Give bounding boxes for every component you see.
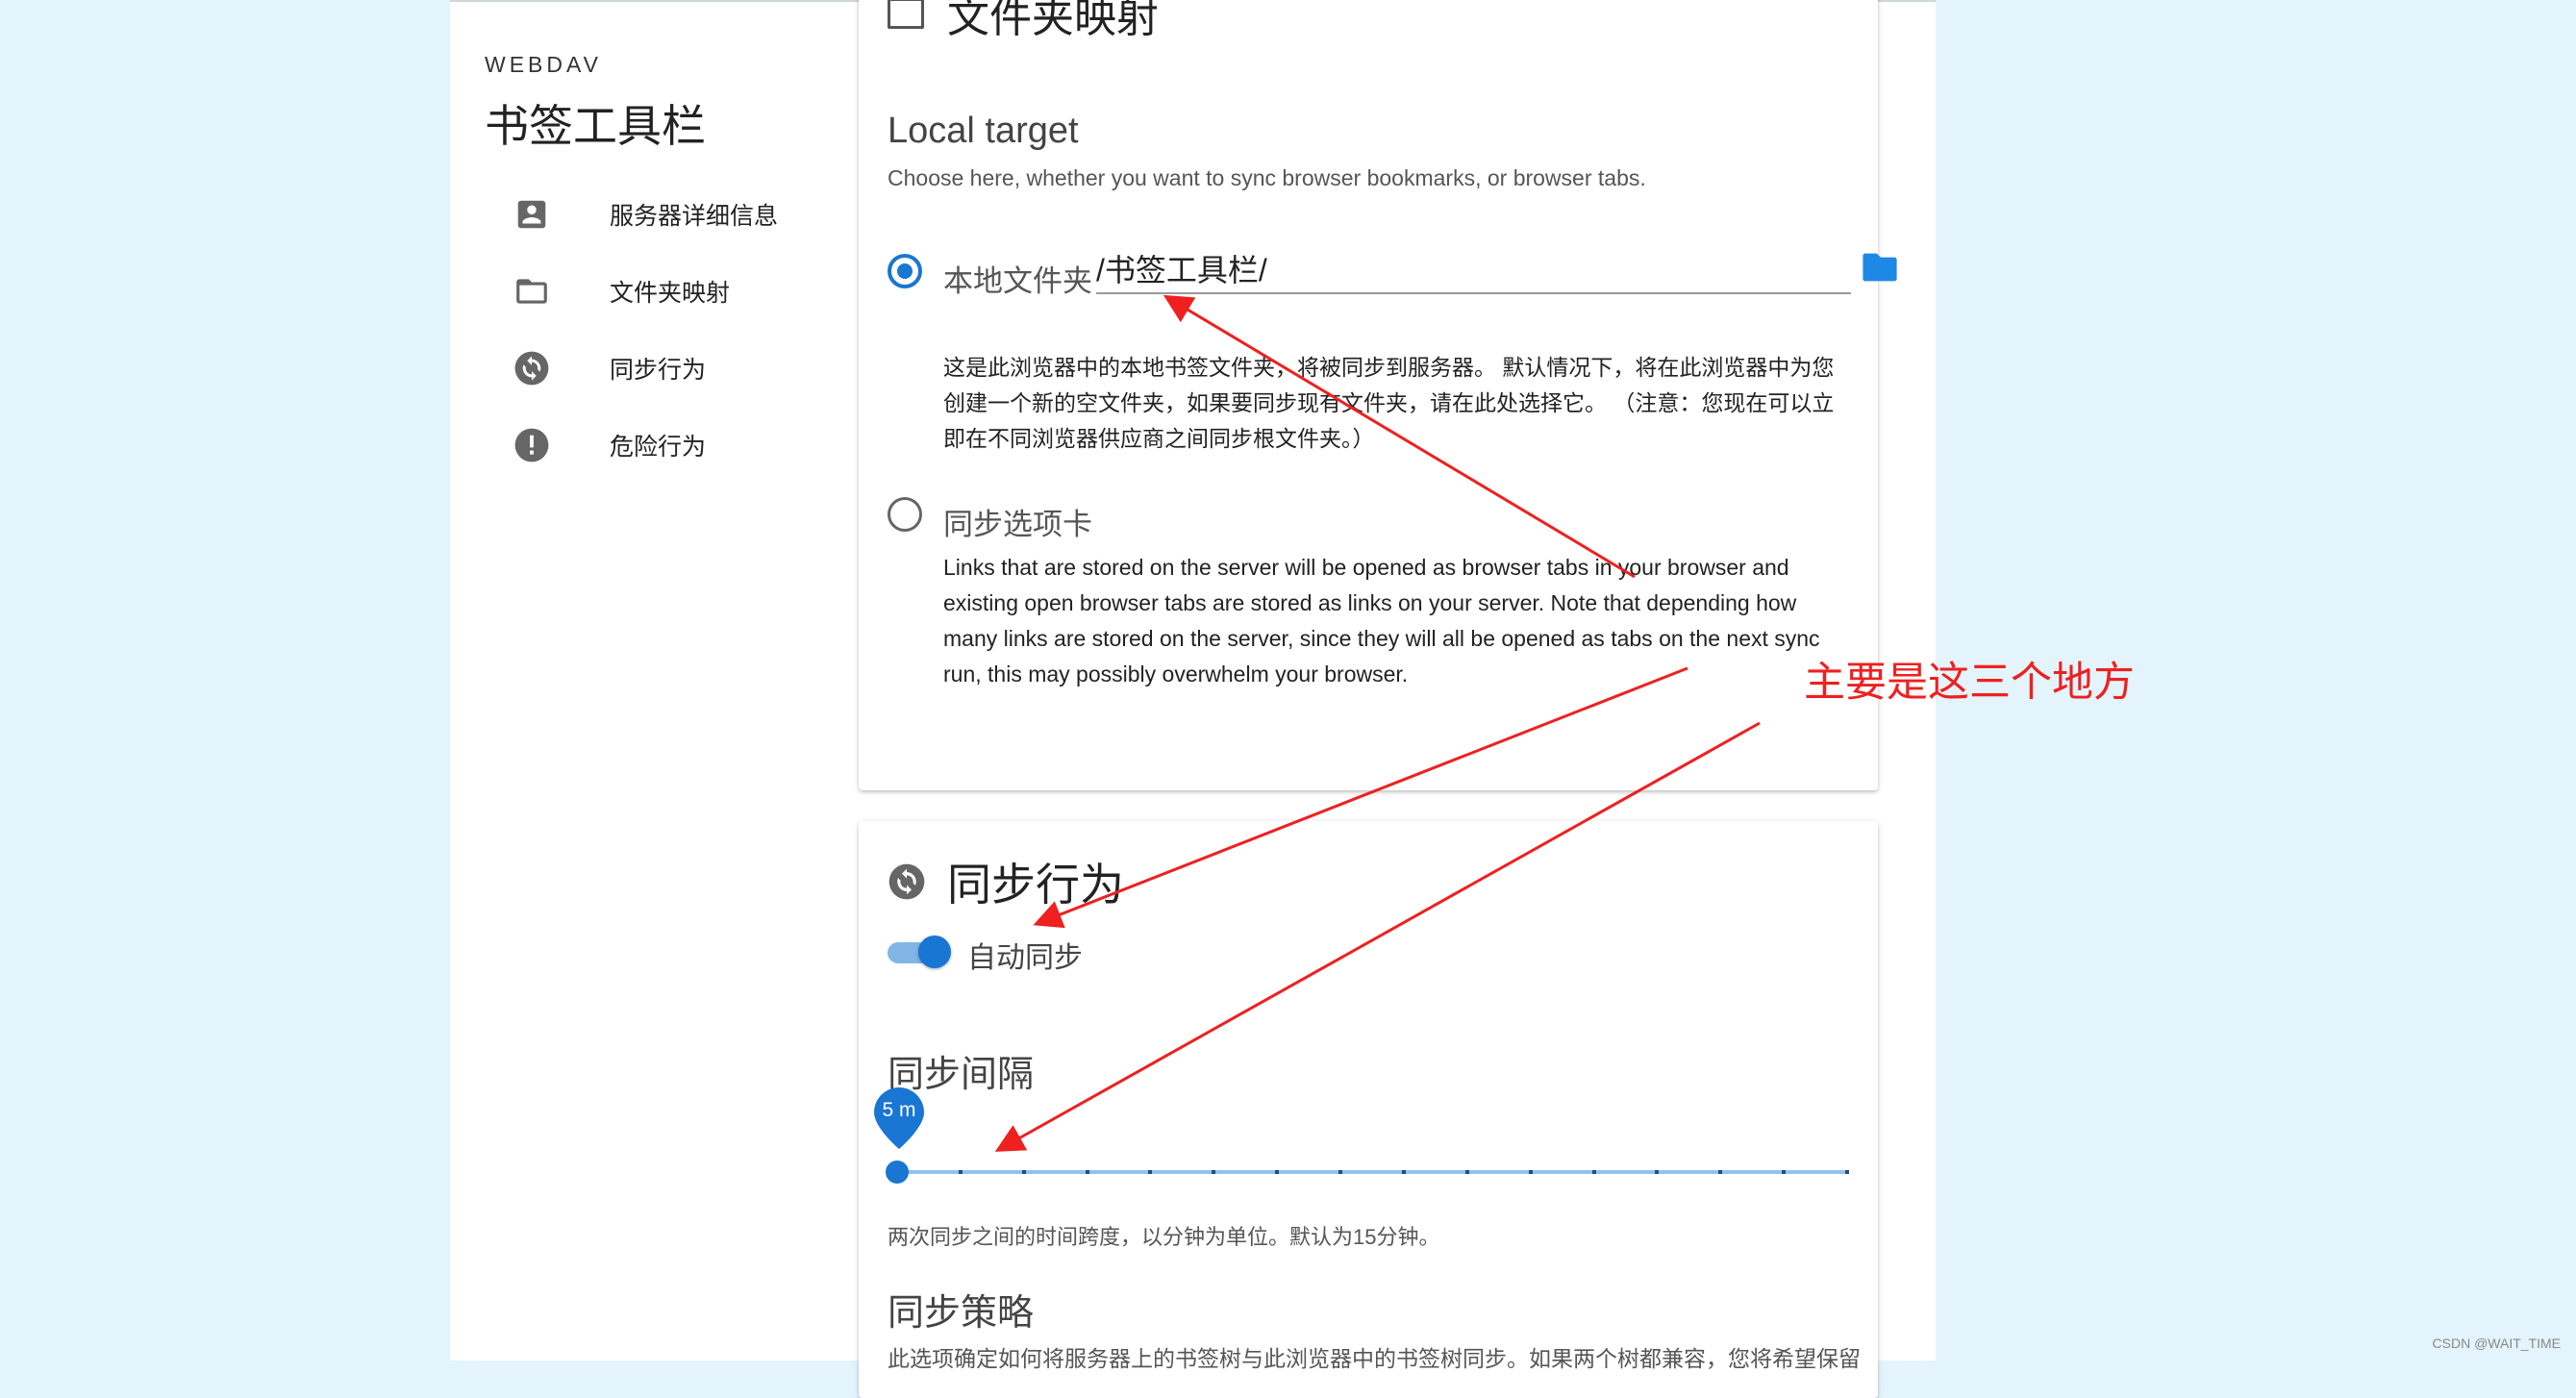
sync-behavior-card: 同步行为 自动同步 同步间隔 5 m 两次同步之间的时间跨度，以分钟为单位。默认… — [859, 821, 1878, 1398]
folder-mapping-card: 文件夹映射 Local target Choose here, whether … — [859, 0, 1897, 790]
auto-sync-toggle[interactable] — [888, 934, 951, 968]
sidebar-item-label: 服务器详细信息 — [610, 203, 779, 230]
account-box-icon — [517, 200, 546, 229]
annotation-label: 主要是这三个地方 — [1804, 660, 2135, 706]
slider-tick — [1845, 1170, 1849, 1174]
sync-interval-help: 两次同步之间的时间跨度，以分钟为单位。默认为15分钟。 — [888, 1225, 1440, 1249]
slider-tick — [958, 1170, 963, 1174]
folder-outline-icon — [888, 0, 924, 29]
slider-tick — [1212, 1170, 1216, 1174]
sidebar-item-sync-behavior[interactable]: 同步行为 — [485, 330, 812, 407]
sync-strategy-title: 同步策略 — [888, 1293, 1035, 1334]
radio-sync-tabs[interactable] — [888, 497, 922, 532]
sidebar-item-server-details[interactable]: 服务器详细信息 — [485, 176, 812, 253]
sync-strategy-help: 此选项确定如何将服务器上的书签树与此浏览器中的书签树同步。如果两个树都兼容，您将… — [888, 1346, 1861, 1371]
sidebar-overline: WEBDAV — [485, 52, 602, 77]
alert-circle-icon — [514, 428, 549, 462]
slider-thumb[interactable] — [886, 1161, 909, 1184]
slider-tick — [1464, 1170, 1469, 1174]
sidebar-nav: 服务器详细信息 文件夹映射 同步行为 危险行为 — [485, 176, 812, 484]
slider-value-bubble: 5 m — [872, 1086, 926, 1149]
local-target-subtitle: Choose here, whether you want to sync br… — [888, 165, 1646, 190]
sidebar-title: 书签工具栏 — [485, 101, 706, 151]
local-folder-description: 这是此浏览器中的本地书签文件夹，将被同步到服务器。 默认情况下，将在此浏览器中为… — [943, 355, 1835, 451]
slider-tick — [1655, 1170, 1660, 1174]
slider-rail — [897, 1170, 1847, 1174]
sidebar-item-label: 危险行为 — [610, 434, 707, 461]
local-target-title: Local target — [888, 111, 1079, 151]
folder-mapping-title: 文件夹映射 — [888, 0, 1159, 44]
sync-circle-icon — [888, 863, 925, 900]
slider-tick — [1718, 1170, 1723, 1174]
slider-tick — [1401, 1170, 1406, 1174]
sync-tabs-description: Links that are stored on the server will… — [943, 555, 1820, 687]
slider-tick — [1338, 1170, 1343, 1174]
slider-tick — [1085, 1170, 1089, 1174]
radio-local-folder-label: 本地文件夹 — [943, 264, 1092, 298]
sidebar-item-danger-zone[interactable]: 危险行为 — [485, 407, 812, 484]
slider-tick — [1528, 1170, 1533, 1174]
slider-tick — [1148, 1170, 1153, 1174]
radio-sync-tabs-label: 同步选项卡 — [943, 508, 1092, 541]
auto-sync-label: 自动同步 — [967, 942, 1083, 974]
settings-page: WEBDAV 书签工具栏 服务器详细信息 文件夹映射 同步行为 危险行为 文件夹… — [450, 0, 1936, 1398]
sidebar-item-label: 同步行为 — [610, 357, 707, 384]
toggle-thumb — [918, 936, 951, 968]
sidebar: WEBDAV 书签工具栏 服务器详细信息 文件夹映射 同步行为 危险行为 — [485, 52, 812, 484]
local-folder-path-input[interactable] — [1096, 244, 1851, 294]
sync-circle-icon — [514, 351, 549, 386]
radio-local-folder[interactable] — [888, 254, 922, 288]
sidebar-item-label: 文件夹映射 — [610, 280, 731, 307]
slider-value-label: 5 m — [882, 1099, 916, 1121]
folder-picker-icon[interactable] — [1861, 252, 1899, 283]
sync-interval-slider[interactable] — [886, 1161, 1849, 1184]
slider-tick — [1021, 1170, 1026, 1174]
slider-tick — [1591, 1170, 1596, 1174]
slider-tick — [1782, 1170, 1787, 1174]
sync-behavior-title: 同步行为 — [888, 850, 1124, 913]
folder-outline-icon — [516, 279, 547, 304]
slider-tick — [1275, 1170, 1280, 1174]
sidebar-item-folder-mapping[interactable]: 文件夹映射 — [485, 253, 812, 330]
watermark: CSDN @WAIT_TIME — [2432, 1336, 2561, 1351]
